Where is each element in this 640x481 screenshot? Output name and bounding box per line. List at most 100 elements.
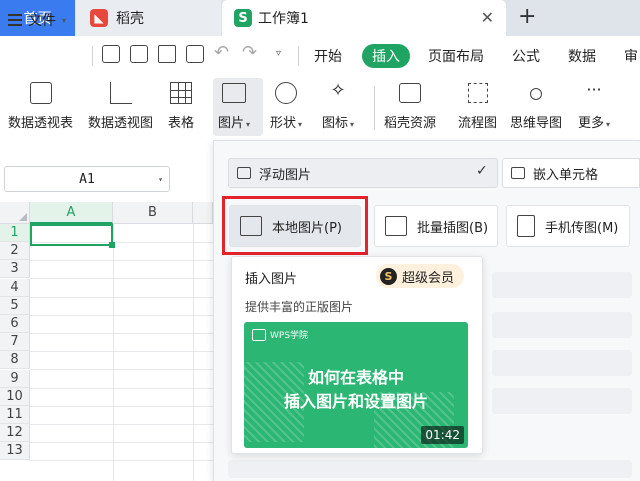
- close-icon[interactable]: ✕: [481, 8, 494, 27]
- gridline: [30, 369, 213, 370]
- float-picture-option[interactable]: 浮动图片: [228, 158, 498, 188]
- flowchart-button[interactable]: 流程图: [458, 80, 497, 131]
- row-header[interactable]: 4: [0, 279, 30, 297]
- tab-data[interactable]: 数据: [568, 46, 596, 66]
- table-button[interactable]: 表格: [168, 80, 194, 131]
- daoke-resources-button[interactable]: 稻壳资源: [384, 80, 436, 131]
- shop-icon: [399, 83, 421, 103]
- pivot-table-button[interactable]: 数据透视表: [8, 80, 73, 131]
- pivot-table-icon: [29, 82, 52, 104]
- print-preview-icon[interactable]: [186, 45, 204, 63]
- tab-start[interactable]: 开始: [314, 46, 342, 66]
- export-pdf-icon[interactable]: [130, 45, 148, 63]
- column-header-c[interactable]: [193, 202, 213, 224]
- row-header[interactable]: 8: [0, 351, 30, 369]
- icon-label: 图标 ▾: [322, 116, 355, 131]
- video-duration: 01:42: [421, 426, 464, 444]
- tooltip-description: 提供丰富的正版图片: [245, 300, 354, 314]
- hamburger-icon: [8, 14, 22, 26]
- flowchart-icon: [467, 83, 488, 103]
- tooltip-title: 插入图片: [245, 272, 298, 287]
- gridline: [30, 351, 213, 352]
- more-button[interactable]: ··· 更多 ▾: [578, 80, 610, 131]
- placeholder-block: [492, 272, 632, 298]
- gridline: [30, 424, 213, 425]
- icons-library-icon: ✧: [330, 80, 346, 101]
- file-menu[interactable]: 文件 ▾: [8, 10, 66, 30]
- gridline: [30, 278, 213, 279]
- picture-label: 图片 ▾: [218, 116, 251, 131]
- daoke-logo-icon: ◣: [90, 9, 108, 27]
- chevron-down-icon[interactable]: ▾: [158, 175, 163, 184]
- highlight-box: [222, 196, 368, 255]
- tab-daoke[interactable]: ◣ 稻壳: [76, 0, 221, 36]
- name-box[interactable]: A1 ▾: [4, 166, 170, 192]
- phone-upload-label: 手机传图(M): [545, 220, 619, 236]
- gridline: [30, 260, 213, 261]
- wps-academy-logo: WPS学院: [252, 328, 308, 341]
- row-header[interactable]: 5: [0, 297, 30, 315]
- tab-workbook[interactable]: S 工作簿1 ✕: [222, 0, 506, 36]
- spreadsheet-logo-icon: S: [234, 9, 252, 27]
- row-header[interactable]: 2: [0, 242, 30, 260]
- row-header[interactable]: 3: [0, 260, 30, 278]
- phone-upload-button[interactable]: 手机传图(M): [506, 205, 630, 247]
- mindmap-button[interactable]: 思维导图: [510, 80, 562, 131]
- tab-daoke-label: 稻壳: [116, 11, 144, 27]
- tab-insert[interactable]: 插入: [362, 44, 410, 68]
- fill-handle[interactable]: [109, 242, 115, 248]
- gridline: [30, 460, 213, 461]
- tab-review[interactable]: 审: [624, 46, 638, 66]
- row-header[interactable]: 1: [0, 224, 30, 242]
- tutorial-video-thumbnail[interactable]: WPS学院 如何在表格中 插入图片和设置图片 01:42: [244, 322, 468, 448]
- float-image-icon: [237, 167, 251, 179]
- row-header[interactable]: 6: [0, 315, 30, 333]
- batch-insert-button[interactable]: 批量插图(B): [374, 205, 498, 247]
- shape-icon: [275, 82, 298, 104]
- tab-formula[interactable]: 公式: [512, 46, 540, 66]
- super-member-badge[interactable]: S 超级会员: [376, 264, 465, 288]
- table-grid-icon: [170, 82, 192, 104]
- mindmap-label: 思维导图: [510, 116, 563, 131]
- gridline: [193, 224, 194, 481]
- print-icon[interactable]: [158, 45, 176, 63]
- quick-access-dropdown-icon[interactable]: ▿: [276, 48, 281, 59]
- divider: [298, 46, 299, 66]
- undo-icon[interactable]: ↶: [214, 42, 229, 63]
- mindmap-icon: [530, 88, 542, 100]
- icon-button[interactable]: ✧ 图标 ▾: [322, 80, 354, 131]
- new-tab-plus-icon[interactable]: +: [518, 4, 536, 29]
- row-header[interactable]: 9: [0, 370, 30, 388]
- super-member-label: 超级会员: [402, 270, 455, 286]
- pivot-table-label: 数据透视表: [8, 116, 74, 131]
- embed-cell-option[interactable]: 嵌入单元格: [502, 158, 640, 188]
- row-header[interactable]: 13: [0, 442, 30, 460]
- column-header-a[interactable]: A: [30, 202, 113, 224]
- file-menu-label: 文件: [28, 13, 56, 29]
- table-label: 表格: [168, 116, 195, 131]
- row-header[interactable]: 7: [0, 333, 30, 351]
- row-header[interactable]: 11: [0, 406, 30, 424]
- gridline: [30, 442, 213, 443]
- row-header[interactable]: 10: [0, 388, 30, 406]
- shape-button[interactable]: 形状 ▾: [270, 80, 302, 131]
- selected-cell-a1[interactable]: [30, 224, 113, 246]
- redo-icon[interactable]: ↷: [242, 42, 257, 63]
- save-icon[interactable]: [102, 45, 120, 63]
- placeholder-block: [492, 388, 632, 414]
- phone-image-icon: [517, 215, 535, 237]
- column-header-b[interactable]: B: [113, 202, 193, 224]
- pivot-chart-label: 数据透视图: [88, 116, 154, 131]
- select-all-corner[interactable]: [0, 202, 30, 224]
- pivot-chart-button[interactable]: 数据透视图: [88, 80, 153, 131]
- pivot-chart-icon: [109, 82, 132, 104]
- wps-academy-label: WPS学院: [270, 331, 309, 341]
- gridline: [113, 224, 114, 481]
- video-title-line1: 如何在表格中: [307, 368, 404, 387]
- chevron-down-icon: ▾: [62, 15, 67, 25]
- row-header[interactable]: 12: [0, 424, 30, 442]
- gridline: [30, 297, 213, 298]
- picture-button[interactable]: 图片 ▾: [218, 80, 250, 131]
- tab-page-layout[interactable]: 页面布局: [428, 46, 484, 66]
- gridline: [30, 315, 213, 316]
